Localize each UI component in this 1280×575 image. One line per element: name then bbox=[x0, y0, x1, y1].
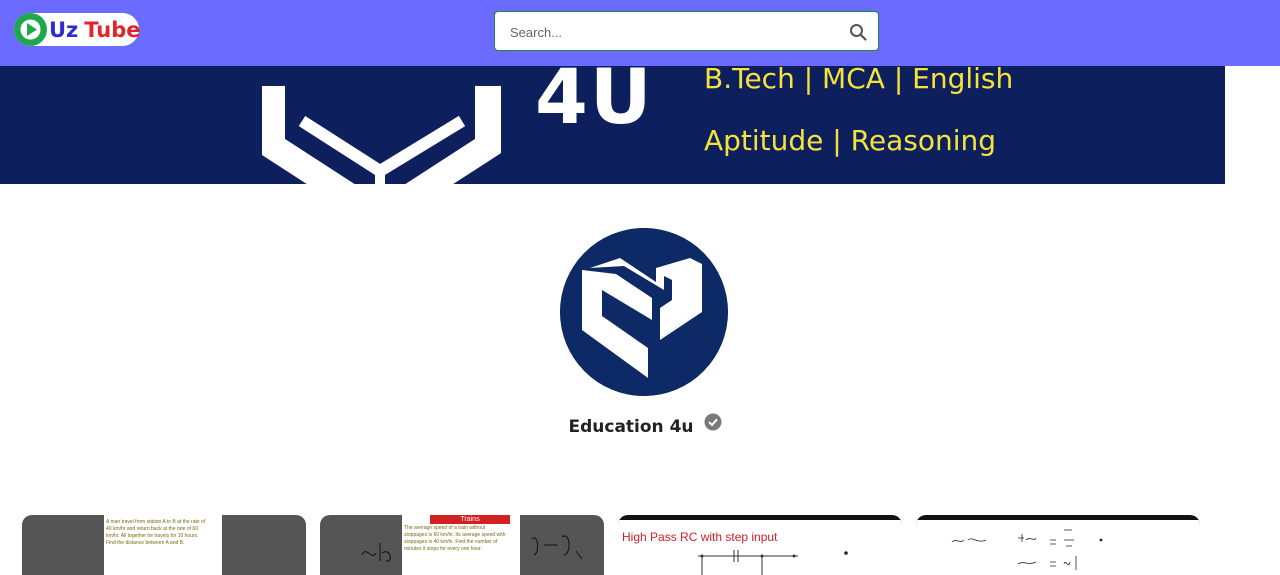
video-card[interactable] bbox=[916, 515, 1200, 575]
thumbnail-text-line: The average speed of a train without bbox=[404, 525, 486, 531]
channel-title-row: Education 4u bbox=[560, 412, 730, 442]
thumbnail-text-line: km/hr. All together he travels for 10 ho… bbox=[106, 533, 199, 539]
banner-subjects-line2: Aptitude | Reasoning bbox=[704, 124, 996, 157]
channel-banner: 4U B.Tech | MCA | English Aptitude | Rea… bbox=[0, 66, 1225, 184]
thumbnail-text-line: minutes it stops for every one hour. bbox=[404, 546, 482, 552]
video-thumbnail: High Pass RC with step input bbox=[618, 520, 902, 575]
handwriting-sketch bbox=[531, 535, 583, 560]
verified-check-icon bbox=[704, 413, 722, 431]
banner-brand-text: 4U bbox=[535, 66, 654, 141]
thumbnail-text-line: A man travel from station A to B at the … bbox=[106, 519, 206, 525]
video-card[interactable]: A man travel from station A to B at the … bbox=[22, 515, 306, 575]
video-thumbnail: Trains The average speed of a train with… bbox=[402, 515, 520, 575]
thumbnail-text-line: 40 km/hr and return back at the rate of … bbox=[106, 526, 198, 532]
handwriting-sketch bbox=[361, 543, 391, 562]
search-input[interactable] bbox=[510, 21, 830, 43]
channel-avatar[interactable] bbox=[560, 228, 728, 396]
search-box bbox=[494, 11, 879, 51]
uztube-logo[interactable]: Uz Tube bbox=[14, 13, 141, 46]
play-icon bbox=[14, 13, 47, 46]
search-button[interactable] bbox=[846, 20, 870, 44]
search-icon bbox=[850, 24, 867, 41]
thumbnail-tag: Trains bbox=[430, 515, 510, 524]
video-card[interactable]: Trains The average speed of a train with… bbox=[320, 515, 604, 575]
banner-logo-shape bbox=[262, 86, 501, 184]
thumbnail-text-line: Find the distance between A and B. bbox=[106, 540, 185, 546]
video-thumbnail: A man travel from station A to B at the … bbox=[104, 515, 222, 575]
thumbnail-text-line: stoppages is 60 km/hr. Its average speed… bbox=[404, 532, 506, 538]
thumbnail-title: High Pass RC with step input bbox=[622, 530, 778, 544]
thumbnail-text-line: stoppages is 40 km/hr. Find the number o… bbox=[404, 539, 498, 545]
logo-text-uz: Uz bbox=[49, 17, 79, 42]
video-card[interactable]: High Pass RC with step input bbox=[618, 515, 902, 575]
top-navigation-bar: Uz Tube bbox=[0, 0, 1280, 66]
math-sketch bbox=[951, 529, 1103, 570]
channel-name[interactable]: Education 4u bbox=[568, 417, 693, 437]
video-thumbnail bbox=[916, 520, 1200, 575]
circuit-sketch bbox=[698, 550, 848, 575]
banner-subjects-line1: B.Tech | MCA | English bbox=[704, 66, 1014, 95]
channel-logo-icon bbox=[560, 228, 728, 396]
logo-text-tube: Tube bbox=[84, 17, 141, 42]
